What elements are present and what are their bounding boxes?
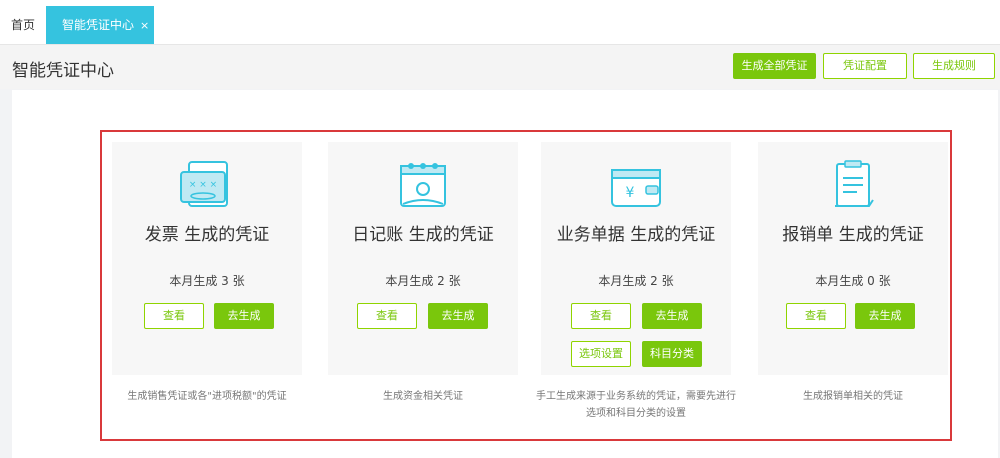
close-icon[interactable]: × — [140, 19, 149, 32]
card-count: 本月生成 2 张 — [385, 274, 461, 288]
voucher-config-button[interactable]: 凭证配置 — [823, 53, 907, 79]
view-button[interactable]: 查看 — [144, 303, 204, 329]
expense-report-icon — [823, 156, 883, 216]
tab-smart-voucher-center[interactable]: 智能凭证中心 × — [46, 6, 154, 44]
card-description: 生成资金相关凭证 — [383, 391, 463, 402]
generate-button[interactable]: 去生成 — [428, 303, 488, 329]
card-description: 生成报销单相关的凭证 — [803, 391, 903, 402]
view-button[interactable]: 查看 — [357, 303, 417, 329]
page-header: 智能凭证中心 生成全部凭证 凭证配置 生成规则 — [0, 45, 1000, 89]
journal-calendar-icon — [393, 156, 453, 216]
card-count: 本月生成 2 张 — [598, 274, 674, 288]
card-business-documents: ¥ 业务单据 生成的凭证 本月生成 2 张 查看 去生成 选项设置 科目分类 — [541, 142, 731, 375]
generate-button[interactable]: 去生成 — [855, 303, 915, 329]
generation-rules-button[interactable]: 生成规则 — [913, 53, 995, 79]
card-invoice: × × × 发票 生成的凭证 本月生成 3 张 查看 去生成 — [112, 142, 302, 375]
svg-text:¥: ¥ — [626, 185, 635, 201]
card-title: 日记账 生成的凭证 — [352, 225, 494, 245]
generate-button[interactable]: 去生成 — [214, 303, 274, 329]
option-settings-button[interactable]: 选项设置 — [571, 341, 631, 367]
card-description-line: 选项和科目分类的设置 — [586, 408, 686, 419]
view-button[interactable]: 查看 — [571, 303, 631, 329]
view-button[interactable]: 查看 — [786, 303, 846, 329]
top-tab-bar: 首页 智能凭证中心 × — [0, 0, 1000, 45]
card-expense-report: 报销单 生成的凭证 本月生成 0 张 查看 去生成 — [758, 142, 948, 375]
generate-all-vouchers-button[interactable]: 生成全部凭证 — [733, 53, 816, 79]
card-count: 本月生成 0 张 — [815, 274, 891, 288]
generate-button[interactable]: 去生成 — [642, 303, 702, 329]
card-title: 报销单 生成的凭证 — [782, 225, 924, 245]
wallet-icon: ¥ — [606, 156, 666, 216]
tab-label: 智能凭证中心 — [62, 18, 135, 32]
card-count: 本月生成 3 张 — [169, 274, 245, 288]
card-description: 生成销售凭证或各"进项税额"的凭证 — [127, 391, 287, 402]
card-description: 手工生成来源于业务系统的凭证，需要先进行 选项和科目分类的设置 — [531, 388, 741, 422]
svg-text:× × ×: × × × — [189, 180, 217, 190]
card-journal: 日记账 生成的凭证 本月生成 2 张 查看 去生成 — [328, 142, 518, 375]
card-title: 发票 生成的凭证 — [144, 225, 270, 245]
card-description-line: 手工生成来源于业务系统的凭证，需要先进行 — [536, 391, 736, 402]
subject-category-button[interactable]: 科目分类 — [642, 341, 702, 367]
invoice-icon: × × × — [177, 156, 237, 216]
card-title: 业务单据 生成的凭证 — [556, 225, 716, 245]
tab-home[interactable]: 首页 — [0, 6, 46, 44]
page-title: 智能凭证中心 — [12, 61, 114, 81]
